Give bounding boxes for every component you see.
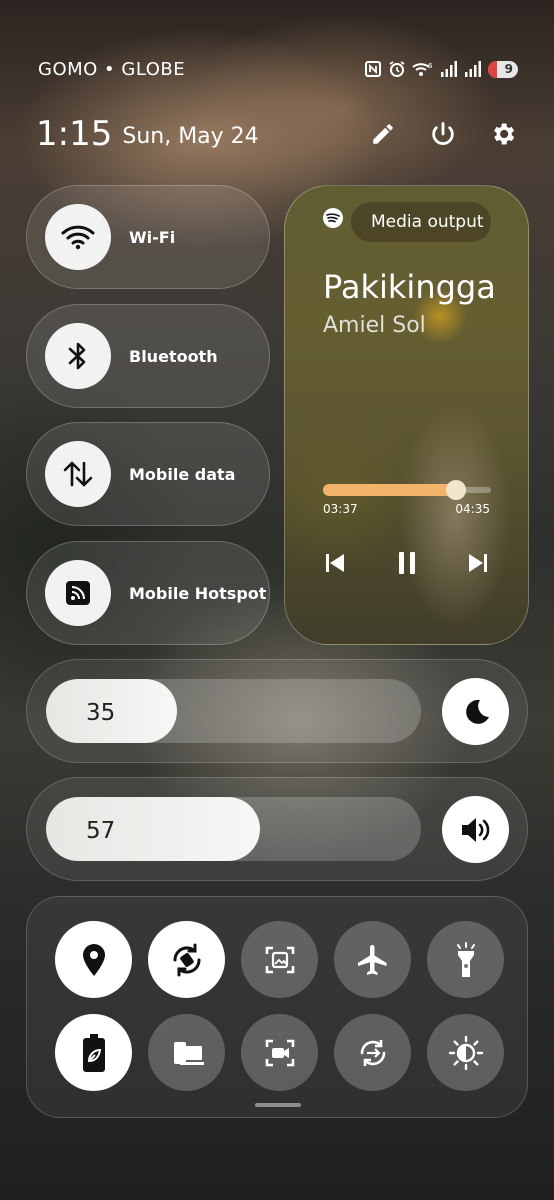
nfc-icon	[365, 61, 381, 77]
tile-label: Wi-Fi	[129, 227, 176, 247]
media-output-button[interactable]: Media output	[351, 202, 491, 242]
date: Sun, May 24	[122, 123, 259, 149]
bluetooth-icon	[45, 323, 111, 389]
brightness-panel: 35	[26, 659, 528, 763]
airplane-icon[interactable]	[334, 921, 411, 998]
tile-mobile-data[interactable]: Mobile data	[26, 422, 270, 526]
svg-text:6: 6	[428, 62, 433, 70]
tile-wifi[interactable]: Wi-Fi	[26, 185, 270, 289]
spotify-icon	[323, 208, 343, 228]
battery-level: 9	[504, 62, 513, 76]
signal-icon	[441, 61, 457, 77]
brightness-slider[interactable]: 35	[46, 679, 421, 743]
location-icon[interactable]	[55, 921, 132, 998]
hotspot-icon	[45, 560, 111, 626]
tile-label: Mobile data	[129, 464, 236, 484]
previous-icon[interactable]	[323, 551, 347, 579]
volume-panel: 57	[26, 777, 528, 881]
carrier-label: GOMO • GLOBE	[38, 58, 186, 80]
elapsed-time: 03:37	[323, 502, 358, 516]
quick-toggles-panel	[26, 896, 528, 1118]
status-bar: GOMO • GLOBE 6 9	[38, 56, 518, 82]
device-connect-icon[interactable]	[148, 1014, 225, 1091]
seek-progress	[323, 484, 456, 496]
volume-fill	[46, 797, 260, 861]
song-title: Pakikinggan	[323, 268, 493, 306]
clock: 1:15	[36, 114, 113, 154]
wifi-icon	[45, 204, 111, 270]
data-arrows-icon	[45, 441, 111, 507]
power-saving-icon[interactable]	[55, 1014, 132, 1091]
alarm-icon	[389, 61, 405, 77]
speaker-icon[interactable]	[442, 796, 509, 863]
seek-bar[interactable]	[323, 480, 491, 500]
wifi-6-icon: 6	[412, 62, 433, 76]
time-row: 1:15 Sun, May 24	[36, 112, 518, 156]
media-player[interactable]: Media output Pakikinggan Amiel Sol 03:37…	[284, 185, 529, 645]
sync-icon[interactable]	[334, 1014, 411, 1091]
volume-value: 57	[86, 818, 116, 844]
signal-icon	[465, 61, 481, 77]
media-controls	[323, 550, 490, 580]
tile-label: Bluetooth	[129, 346, 218, 366]
tile-label: Mobile Hotspot	[129, 583, 267, 603]
gear-icon[interactable]	[488, 119, 518, 149]
power-icon[interactable]	[428, 119, 458, 149]
auto-rotate-icon[interactable]	[148, 921, 225, 998]
tile-bluetooth[interactable]: Bluetooth	[26, 304, 270, 408]
next-icon[interactable]	[466, 551, 490, 579]
song-artist: Amiel Sol	[323, 313, 426, 338]
eye-comfort-icon[interactable]	[427, 1014, 504, 1091]
seek-thumb[interactable]	[445, 480, 466, 500]
pause-icon[interactable]	[395, 550, 419, 580]
status-icons: 6 9	[364, 60, 518, 78]
brightness-value: 35	[86, 700, 116, 726]
drag-handle[interactable]	[255, 1103, 301, 1107]
volume-slider[interactable]: 57	[46, 797, 421, 861]
moon-icon[interactable]	[442, 678, 509, 745]
screenshot-icon[interactable]	[241, 921, 318, 998]
screen-record-icon[interactable]	[241, 1014, 318, 1091]
tile-hotspot[interactable]: Mobile Hotspot	[26, 541, 270, 645]
battery-icon: 9	[488, 60, 518, 78]
flashlight-icon[interactable]	[427, 921, 504, 998]
pencil-icon[interactable]	[368, 119, 398, 149]
total-time: 04:35	[455, 502, 490, 516]
